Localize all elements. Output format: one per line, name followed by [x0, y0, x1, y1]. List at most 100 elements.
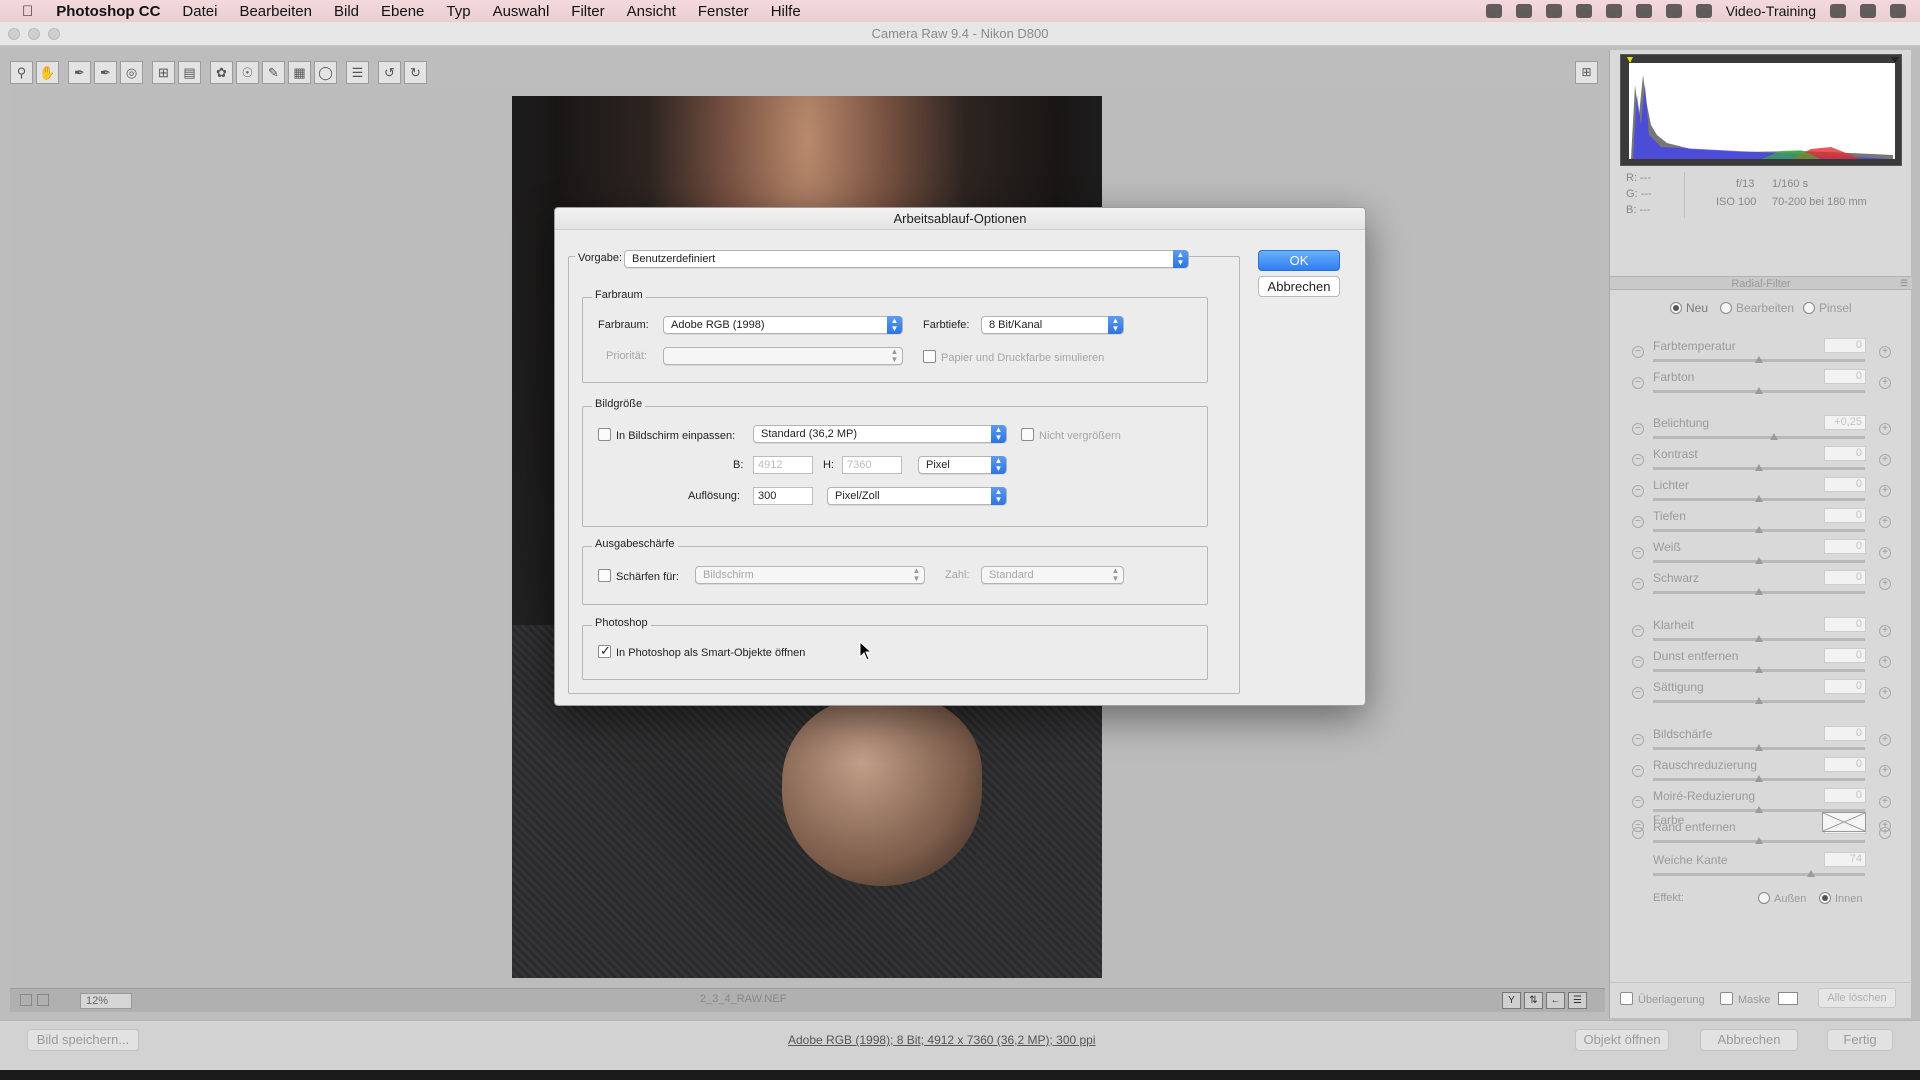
mode-brush[interactable]: Pinsel [1803, 301, 1852, 315]
farbtemperatur-minus-icon[interactable]: − [1632, 346, 1644, 358]
hand-icon[interactable]: ✋ [36, 60, 59, 84]
farbton-minus-icon[interactable]: − [1632, 377, 1644, 389]
kontrast-slider-knob[interactable] [1755, 464, 1763, 471]
open-object-button[interactable]: Objekt öffnen [1575, 1029, 1669, 1051]
user-name[interactable]: Video-Training [1726, 3, 1816, 19]
schwarz-slider-knob[interactable] [1755, 588, 1763, 595]
target-adjust-icon[interactable]: ◎ [120, 60, 143, 84]
compare-view-icon[interactable] [37, 994, 49, 1006]
save-image-button[interactable]: Bild speichern... [27, 1029, 139, 1051]
sättigung-slider-knob[interactable] [1755, 697, 1763, 704]
color-plus-icon[interactable]: + [1879, 820, 1891, 832]
rauschreduzierung-minus-icon[interactable]: − [1632, 765, 1644, 777]
height-field[interactable]: 7360 [842, 456, 902, 474]
farbtemperatur-slider-knob[interactable] [1755, 356, 1763, 363]
menu-fenster[interactable]: Fenster [687, 3, 760, 20]
moir-reduzierung-plus-icon[interactable]: + [1879, 796, 1891, 808]
mask-checkbox[interactable] [1720, 992, 1733, 1005]
graduated-filter-icon[interactable]: ▦ [288, 60, 311, 84]
close-window-icon[interactable] [8, 28, 20, 40]
straighten-icon[interactable]: ▤ [178, 60, 201, 84]
sättigung-minus-icon[interactable]: − [1632, 687, 1644, 699]
color-minus-icon[interactable]: − [1632, 820, 1644, 832]
menu-auswahl[interactable]: Auswahl [482, 3, 561, 20]
highlight-clipping-icon[interactable] [1891, 57, 1899, 63]
menu-filter[interactable]: Filter [560, 3, 615, 20]
red-eye-icon[interactable]: ☉ [236, 60, 259, 84]
farbton-plus-icon[interactable]: + [1879, 377, 1891, 389]
simulate-paper-option[interactable]: Papier und Druckfarbe simulieren [923, 350, 1104, 364]
lichter-plus-icon[interactable]: + [1879, 485, 1891, 497]
farbtemperatur-plus-icon[interactable]: + [1879, 346, 1891, 358]
dunst-entfernen-value[interactable]: 0 [1824, 648, 1866, 663]
adjustment-brush-icon[interactable]: ✎ [262, 60, 285, 84]
done-button[interactable]: Fertig [1827, 1029, 1893, 1051]
no-enlarge-checkbox[interactable] [1021, 428, 1034, 441]
mode-edit[interactable]: Bearbeiten [1720, 301, 1794, 315]
belichtung-slider-knob[interactable] [1769, 433, 1778, 440]
amount-select[interactable]: Standard ▲ ▼ [981, 566, 1124, 584]
tiefen-slider-knob[interactable] [1755, 526, 1763, 533]
menu-bearbeiten[interactable]: Bearbeiten [228, 3, 323, 20]
belichtung-slider-track[interactable] [1653, 436, 1865, 439]
toggle-settings-icon[interactable]: ☰ [1568, 992, 1587, 1009]
preferences-icon[interactable]: ☰ [346, 60, 369, 84]
menu-typ[interactable]: Typ [435, 3, 481, 20]
zoom-window-icon[interactable] [48, 28, 60, 40]
weiß-plus-icon[interactable]: + [1879, 547, 1891, 559]
color-sampler-icon[interactable]: ✒ [94, 60, 117, 84]
airplay-icon[interactable] [1695, 4, 1712, 18]
menu-ebene[interactable]: Ebene [370, 3, 435, 20]
sharpen-for-checkbox[interactable] [598, 569, 611, 582]
mode-new[interactable]: Neu [1670, 301, 1708, 315]
weiß-slider-knob[interactable] [1755, 557, 1763, 564]
menu-ansicht[interactable]: Ansicht [616, 3, 687, 20]
rauschreduzierung-value[interactable]: 0 [1824, 757, 1866, 772]
bildschärfe-minus-icon[interactable]: − [1632, 734, 1644, 746]
size-unit-select[interactable]: Pixel ▲ ▼ [918, 456, 1007, 474]
weiß-value[interactable]: 0 [1824, 539, 1866, 554]
sharpen-for-option[interactable]: Schärfen für: [598, 569, 679, 583]
weiß-minus-icon[interactable]: − [1632, 547, 1644, 559]
lichter-minus-icon[interactable]: − [1632, 485, 1644, 497]
effect-inside[interactable]: Innen [1819, 892, 1863, 905]
tiefen-minus-icon[interactable]: − [1632, 516, 1644, 528]
bluetooth-icon[interactable] [1635, 4, 1652, 18]
dunst-entfernen-minus-icon[interactable]: − [1632, 656, 1644, 668]
feather-slider-knob[interactable] [1807, 870, 1815, 877]
bit-depth-select[interactable]: 8 Bit/Kanal ▲ ▼ [981, 316, 1124, 334]
workflow-options-link[interactable]: Adobe RGB (1998); 8 Bit; 4912 x 7360 (36… [788, 1033, 1096, 1047]
smart-object-checkbox[interactable] [598, 643, 611, 659]
farbtemperatur-value[interactable]: 0 [1824, 338, 1866, 353]
resolution-field[interactable]: 300 [753, 487, 813, 505]
belichtung-plus-icon[interactable]: + [1879, 423, 1891, 435]
belichtung-value[interactable]: +0,25 [1824, 415, 1866, 430]
rauschreduzierung-plus-icon[interactable]: + [1879, 765, 1891, 777]
mode-edit-radio[interactable] [1720, 302, 1732, 314]
fullscreen-toggle-icon[interactable]: ⊞ [1575, 61, 1598, 84]
overlay-checkbox[interactable] [1620, 992, 1633, 1005]
fit-screen-option[interactable]: In Bildschirm einpassen: [598, 428, 735, 442]
lichter-slider-knob[interactable] [1755, 495, 1763, 502]
panel-menu-icon[interactable]: ☰ [1900, 278, 1908, 289]
overlay-option[interactable]: Überlagerung [1620, 992, 1705, 1006]
priority-select[interactable]: ▲ ▼ [663, 347, 903, 365]
kontrast-plus-icon[interactable]: + [1879, 454, 1891, 466]
schwarz-plus-icon[interactable]: + [1879, 578, 1891, 590]
kontrast-value[interactable]: 0 [1824, 446, 1866, 461]
siri-icon[interactable] [1860, 4, 1876, 18]
fit-screen-checkbox[interactable] [598, 428, 611, 441]
rotate-right-icon[interactable]: ↻ [404, 60, 427, 84]
effect-outside[interactable]: Außen [1758, 892, 1806, 905]
klarheit-minus-icon[interactable]: − [1632, 625, 1644, 637]
before-after-icon[interactable]: Y [1502, 992, 1521, 1009]
colorspace-select[interactable]: Adobe RGB (1998) ▲ ▼ [663, 316, 903, 334]
menu-app-name[interactable]: Photoshop CC [45, 3, 171, 20]
mode-brush-radio[interactable] [1803, 302, 1815, 314]
rotate-left-icon[interactable]: ↺ [378, 60, 401, 84]
color-swatch[interactable] [1822, 812, 1866, 832]
mask-color-swatch[interactable] [1778, 992, 1798, 1005]
sharpen-for-select[interactable]: Bildschirm ▲ ▼ [695, 566, 925, 584]
preset-select[interactable]: Benutzerdefiniert ▲ ▼ [624, 250, 1189, 268]
sättigung-plus-icon[interactable]: + [1879, 687, 1891, 699]
